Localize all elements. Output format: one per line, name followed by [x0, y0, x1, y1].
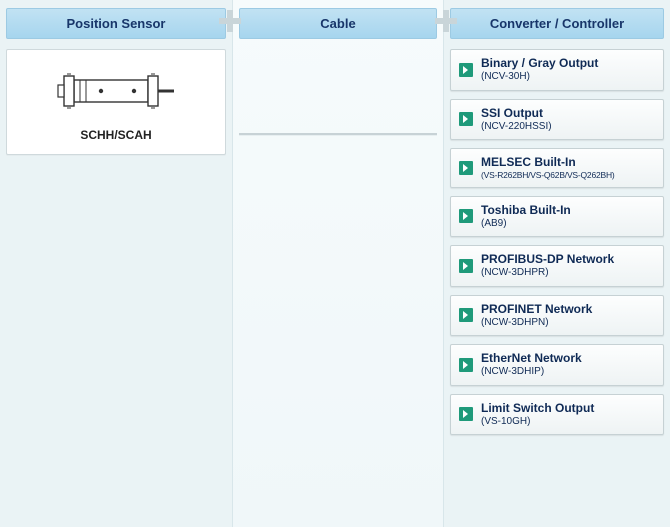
converter-text: MELSEC Built-In(VS-R262BH/VS-Q62B/VS-Q26… [481, 155, 615, 181]
converter-title: SSI Output [481, 106, 552, 121]
converter-item[interactable]: Binary / Gray Output(NCV-30H) [450, 49, 664, 91]
sensor-diagram-icon [56, 68, 176, 114]
converter-title: EtherNet Network [481, 351, 582, 366]
column-converter: Converter / Controller Binary / Gray Out… [444, 0, 670, 527]
plus-icon [435, 10, 457, 32]
converter-item[interactable]: SSI Output(NCV-220HSSI) [450, 99, 664, 141]
arrow-right-icon [459, 63, 473, 77]
converter-title: Limit Switch Output [481, 401, 594, 416]
arrow-right-icon [459, 358, 473, 372]
converter-item[interactable]: MELSEC Built-In(VS-R262BH/VS-Q62B/VS-Q26… [450, 148, 664, 188]
converter-item[interactable]: Limit Switch Output(VS-10GH) [450, 394, 664, 436]
arrow-right-icon [459, 407, 473, 421]
arrow-right-icon [459, 161, 473, 175]
converter-subtitle: (NCV-220HSSI) [481, 121, 552, 134]
converter-item[interactable]: PROFIBUS-DP Network(NCW-3DHPR) [450, 245, 664, 287]
converter-title: PROFIBUS-DP Network [481, 252, 614, 267]
arrow-right-icon [459, 308, 473, 322]
sensor-card[interactable]: SCHH/SCAH [6, 49, 226, 155]
converter-list: Binary / Gray Output(NCV-30H)SSI Output(… [450, 49, 664, 435]
converter-subtitle: (NCW-3DHIP) [481, 366, 582, 379]
converter-title: MELSEC Built-In [481, 155, 615, 170]
header-cable: Cable [239, 8, 437, 39]
converter-subtitle: (AB9) [481, 218, 571, 231]
converter-text: PROFIBUS-DP Network(NCW-3DHPR) [481, 252, 614, 280]
cable-divider-line [239, 133, 437, 135]
arrow-right-icon [459, 259, 473, 273]
converter-item[interactable]: EtherNet Network(NCW-3DHIP) [450, 344, 664, 386]
header-converter: Converter / Controller [450, 8, 664, 39]
converter-title: Binary / Gray Output [481, 56, 598, 71]
converter-item[interactable]: Toshiba Built-In(AB9) [450, 196, 664, 238]
converter-text: SSI Output(NCV-220HSSI) [481, 106, 552, 134]
arrow-right-icon [459, 112, 473, 126]
converter-text: EtherNet Network(NCW-3DHIP) [481, 351, 582, 379]
converter-subtitle: (NCV-30H) [481, 71, 598, 84]
converter-item[interactable]: PROFINET Network(NCW-3DHPN) [450, 295, 664, 337]
converter-text: PROFINET Network(NCW-3DHPN) [481, 302, 592, 330]
converter-text: Toshiba Built-In(AB9) [481, 203, 571, 231]
header-position-sensor: Position Sensor [6, 8, 226, 39]
converter-subtitle: (VS-10GH) [481, 416, 594, 429]
converter-title: PROFINET Network [481, 302, 592, 317]
column-cable: Cable [232, 0, 444, 527]
plus-icon [219, 10, 241, 32]
arrow-right-icon [459, 209, 473, 223]
sensor-label: SCHH/SCAH [15, 128, 217, 142]
converter-text: Binary / Gray Output(NCV-30H) [481, 56, 598, 84]
layout-container: Position Sensor SCHH/SCAH [0, 0, 670, 527]
converter-subtitle: (VS-R262BH/VS-Q62B/VS-Q262BH) [481, 170, 615, 181]
converter-title: Toshiba Built-In [481, 203, 571, 218]
converter-subtitle: (NCW-3DHPR) [481, 267, 614, 280]
converter-subtitle: (NCW-3DHPN) [481, 317, 592, 330]
converter-text: Limit Switch Output(VS-10GH) [481, 401, 594, 429]
column-position-sensor: Position Sensor SCHH/SCAH [0, 0, 232, 527]
